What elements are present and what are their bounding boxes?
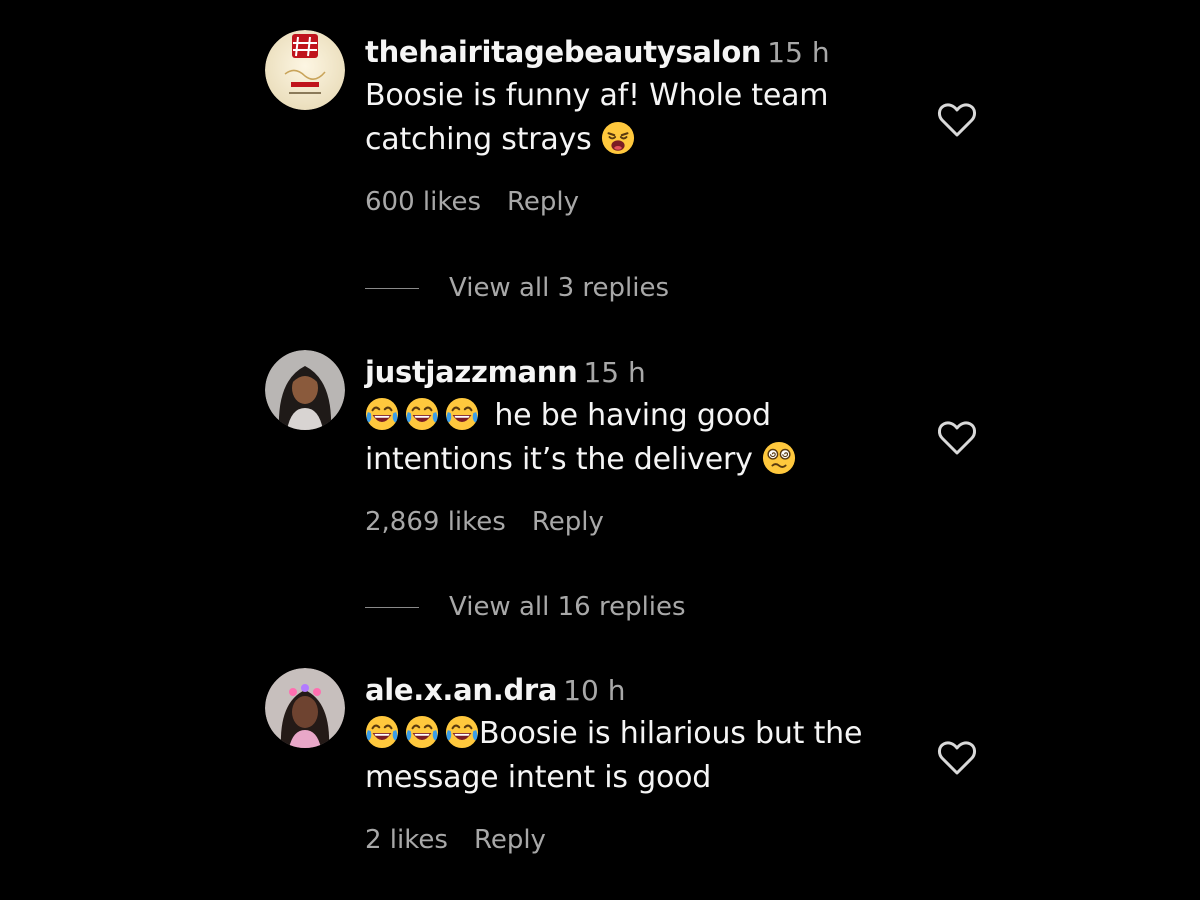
tears-of-joy-emoji <box>405 397 439 431</box>
comment-body: ale.x.an.dra 10 h Boosie is hilarious bu… <box>365 668 925 860</box>
comment-timestamp[interactable]: 15 h <box>583 356 645 389</box>
comment-body: justjazzmann 15 h he be having good inte… <box>365 350 925 542</box>
comment-text-line-2: catching strays <box>365 118 925 162</box>
comment-text-segment: intentions it’s the delivery <box>365 442 753 477</box>
comment-text-line-2: intentions it’s the delivery <box>365 438 925 482</box>
comment-username[interactable]: justjazzmann <box>365 355 578 389</box>
heart-icon[interactable] <box>937 102 977 138</box>
comment-timestamp[interactable]: 10 h <box>563 674 625 707</box>
tears-of-joy-emoji <box>365 397 399 431</box>
view-replies-button[interactable]: View all 16 replies <box>365 587 686 627</box>
dizzy-face-emoji <box>762 441 796 475</box>
comment-timestamp[interactable]: 15 h <box>767 36 829 69</box>
comment-text-line: he be having good <box>365 394 925 438</box>
comment-text-segment: catching strays <box>365 122 592 157</box>
reply-button[interactable]: Reply <box>507 187 579 217</box>
tears-of-joy-emoji <box>445 397 479 431</box>
comment-text: he be having good intentions it’s the de… <box>365 394 925 482</box>
reply-button[interactable]: Reply <box>532 507 604 537</box>
comment-text-line: Boosie is funny af! Whole team <box>365 78 829 113</box>
like-count[interactable]: 2 likes <box>365 825 448 855</box>
comment-body: thehairitagebeautysalon 15 h Boosie is fu… <box>365 30 925 222</box>
comment-text-line: Boosie is hilarious but the <box>365 712 925 756</box>
tears-of-joy-emoji <box>365 715 399 749</box>
comment-meta: 2 likes Reply <box>365 820 925 860</box>
comments-feed: thehairitagebeautysalon 15 h Boosie is fu… <box>0 0 1200 900</box>
profile-photo-icon <box>265 350 345 430</box>
tears-of-joy-emoji <box>445 715 479 749</box>
comment-text-line-2: message intent is good <box>365 760 712 795</box>
comment-username[interactable]: thehairitagebeautysalon <box>365 35 762 69</box>
like-count[interactable]: 600 likes <box>365 187 481 217</box>
divider <box>365 607 419 608</box>
view-replies-label: View all 16 replies <box>449 592 686 622</box>
avatar[interactable] <box>265 668 345 748</box>
heart-icon[interactable] <box>937 420 977 456</box>
salon-logo-icon <box>265 30 345 110</box>
comment-text-segment: he be having good <box>494 398 771 433</box>
comment-text: Boosie is hilarious but the message inte… <box>365 712 925 800</box>
comment-text: Boosie is funny af! Whole team catching … <box>365 74 925 162</box>
view-replies-label: View all 3 replies <box>449 273 670 303</box>
comment-meta: 2,869 likes Reply <box>365 502 925 542</box>
profile-photo-icon <box>265 668 345 748</box>
heart-icon[interactable] <box>937 740 977 776</box>
comment-text-segment: Boosie is hilarious but the <box>479 716 863 751</box>
comment-username[interactable]: ale.x.an.dra <box>365 673 557 707</box>
comment-meta: 600 likes Reply <box>365 182 925 222</box>
tears-of-joy-emoji <box>405 715 439 749</box>
like-count[interactable]: 2,869 likes <box>365 507 506 537</box>
divider <box>365 288 419 289</box>
view-replies-button[interactable]: View all 3 replies <box>365 268 669 308</box>
avatar[interactable] <box>265 30 345 110</box>
avatar[interactable] <box>265 350 345 430</box>
reply-button[interactable]: Reply <box>474 825 546 855</box>
weary-face-emoji <box>601 121 634 155</box>
